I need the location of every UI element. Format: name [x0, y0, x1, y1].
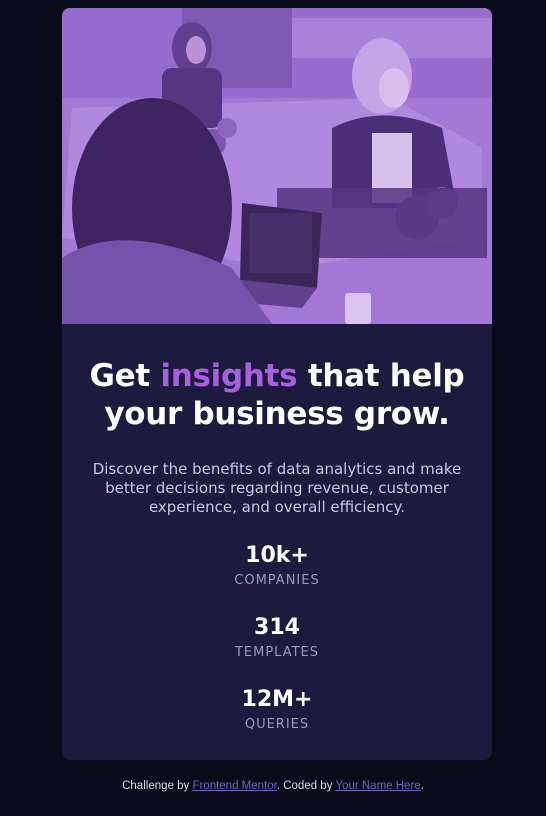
frontend-mentor-link[interactable]: Frontend Mentor	[192, 780, 276, 792]
author-link[interactable]: Your Name Here	[335, 780, 420, 792]
stats-list: 10k+ COMPANIES 314 TEMPLATES 12M+ QUERIE…	[62, 541, 492, 757]
stats-card: Get insights that help your business gro…	[62, 8, 492, 760]
card-content: Get insights that help your business gro…	[62, 357, 492, 757]
stat-queries: 12M+ QUERIES	[62, 685, 492, 757]
stat-label: COMPANIES	[234, 573, 320, 588]
headline: Get insights that help your business gro…	[62, 357, 492, 433]
description: Discover the benefits of data analytics …	[92, 460, 462, 516]
hero-image	[62, 8, 492, 324]
office-photo	[62, 8, 492, 324]
stat-label: TEMPLATES	[234, 645, 320, 660]
attribution-suffix: .	[420, 780, 424, 792]
attribution-prefix: Challenge by	[122, 780, 193, 792]
headline-before: Get	[89, 358, 161, 394]
stat-value: 12M+	[241, 687, 313, 712]
stat-value: 314	[254, 615, 300, 640]
stat-value: 10k+	[245, 543, 309, 568]
attribution-middle: . Coded by	[276, 780, 336, 792]
stat-companies: 10k+ COMPANIES	[62, 541, 492, 613]
stat-label: QUERIES	[244, 717, 310, 732]
headline-accent: insights	[160, 358, 298, 394]
attribution: Challenge by Frontend Mentor. Coded by Y…	[0, 780, 546, 792]
stat-templates: 314 TEMPLATES	[62, 613, 492, 685]
